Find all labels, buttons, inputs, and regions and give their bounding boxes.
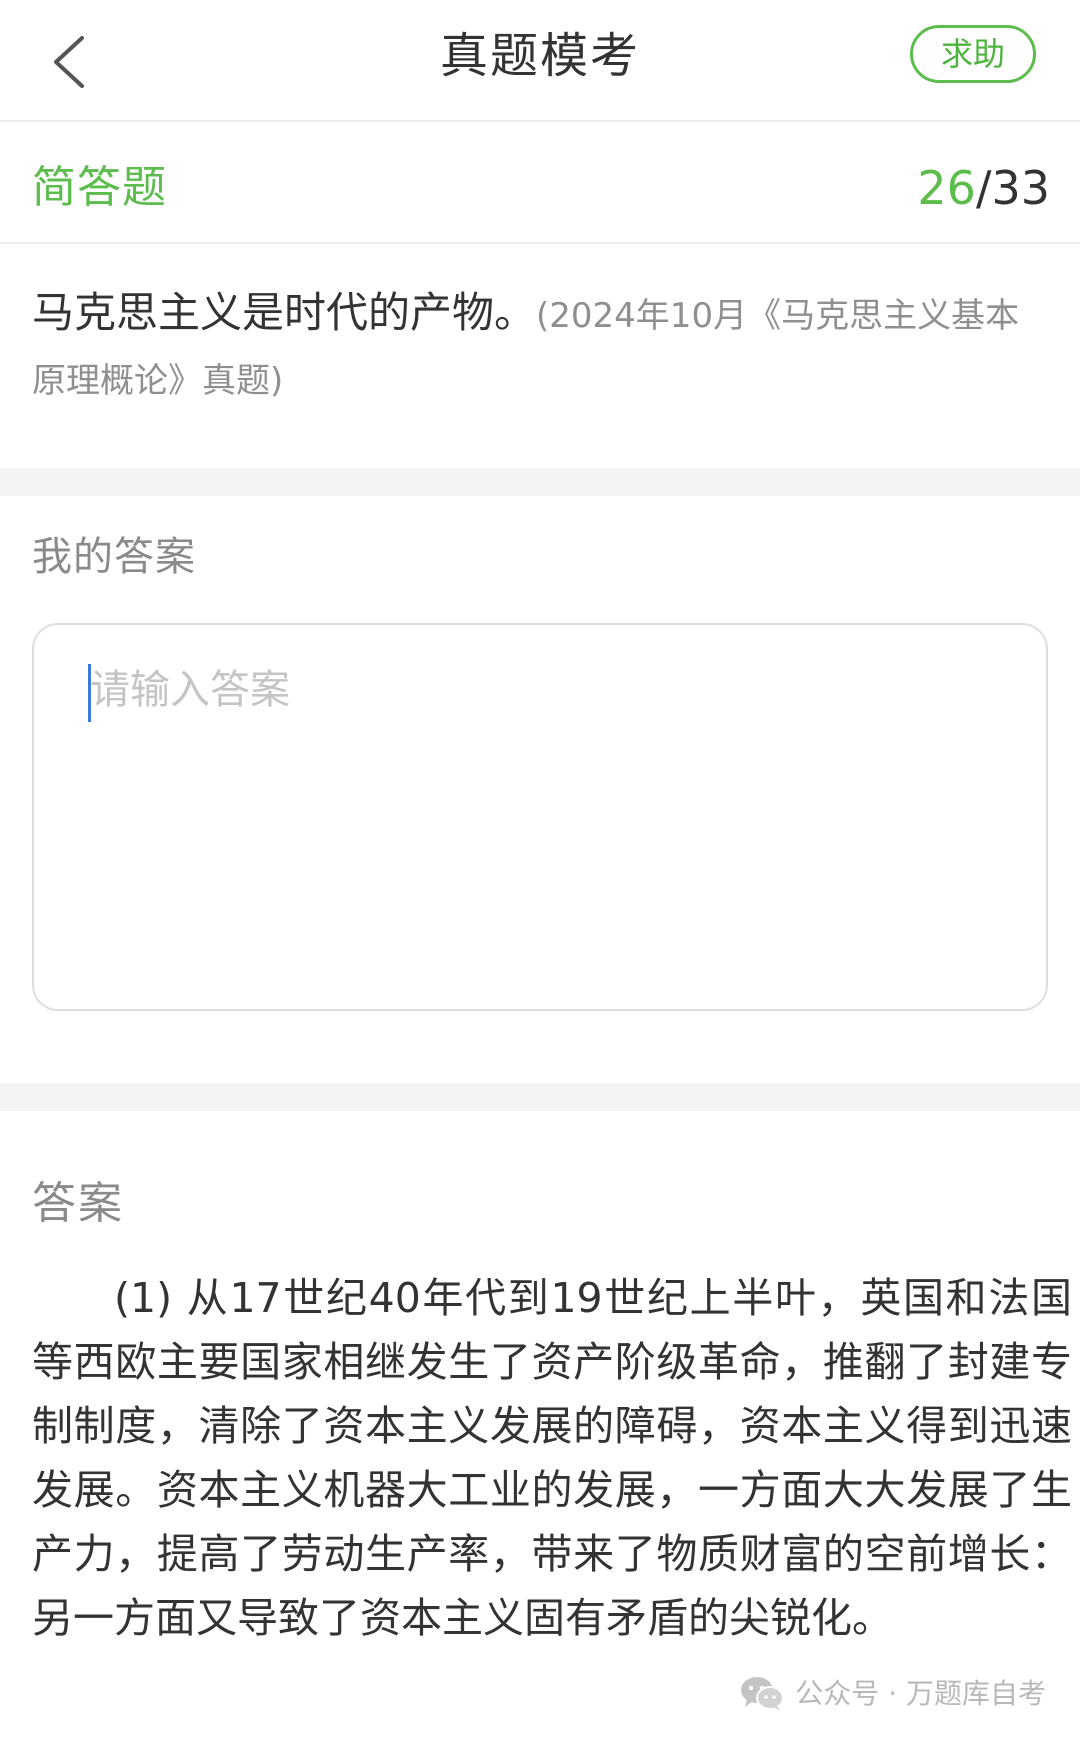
progress-current: 26 — [917, 161, 976, 215]
question-progress: 26/33 — [917, 160, 1050, 216]
answer-label: 答案 — [32, 1178, 124, 1229]
text-cursor — [88, 664, 91, 722]
app-header: 真题模考 求助 — [0, 0, 1080, 122]
answer-input[interactable] — [34, 625, 1046, 1009]
page: 真题模考 求助 简答题 26/33 马克思主义是时代的产物。(2024年10月《… — [0, 0, 1080, 1743]
watermark-text: 公众号 · 万题库自考 — [795, 1677, 1046, 1710]
question-text: 马克思主义是时代的产物。 — [32, 288, 537, 337]
help-button[interactable]: 求助 — [910, 25, 1036, 83]
progress-separator: / — [975, 161, 992, 215]
answer-input-box — [32, 623, 1048, 1011]
question-type-label: 简答题 — [32, 162, 167, 213]
wechat-logo-icon — [741, 1677, 785, 1711]
watermark: 公众号 · 万题库自考 — [739, 1674, 1046, 1714]
my-answer-label: 我的答案 — [32, 534, 196, 580]
question-text-block: 马克思主义是时代的产物。(2024年10月《马克思主义基本原理概论》真题) — [32, 282, 1042, 412]
section-divider — [0, 1083, 1080, 1111]
section-divider — [0, 468, 1080, 496]
question-type-row: 简答题 26/33 — [0, 124, 1080, 244]
progress-total: 33 — [991, 161, 1050, 215]
answer-text: (1) 从17世纪40年代到19世纪上半叶，英国和法国等西欧主要国家相继发生了资… — [32, 1274, 1072, 1642]
